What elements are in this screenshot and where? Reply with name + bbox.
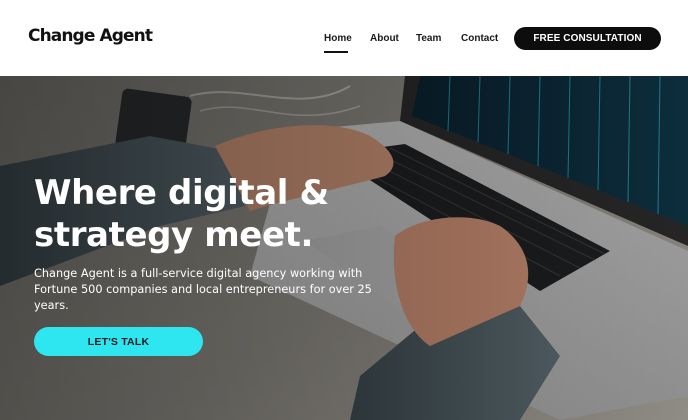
hero-title-line-2: strategy meet. (34, 215, 313, 255)
hero-description: Change Agent is a full-service digital a… (34, 267, 372, 312)
nav-active-indicator (324, 51, 348, 53)
nav-about[interactable]: About (370, 33, 399, 44)
free-consultation-button[interactable]: FREE CONSULTATION (514, 27, 661, 50)
nav-team[interactable]: Team (416, 33, 441, 44)
hero-section: Where digital & strategy meet. Change Ag… (0, 76, 688, 420)
nav-home[interactable]: Home (324, 33, 352, 44)
site-header: Change Agent Home About Team Contact FRE… (0, 0, 688, 76)
lets-talk-button[interactable]: LET'S TALK (34, 327, 203, 356)
hero-title: Where digital & strategy meet. (34, 172, 364, 256)
hero-title-line-1: Where digital & (34, 173, 329, 213)
nav-contact[interactable]: Contact (461, 33, 498, 44)
